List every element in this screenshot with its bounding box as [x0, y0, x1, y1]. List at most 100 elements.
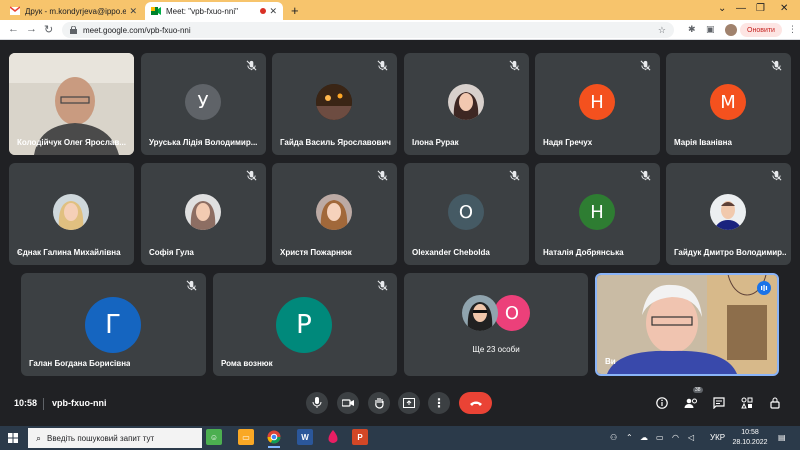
participant-name: Галан Богдана Борисівна: [29, 359, 131, 368]
chat-icon[interactable]: [711, 395, 727, 411]
participant-name: Уруська Лідія Володимир...: [149, 138, 258, 147]
more-participants-tile[interactable]: O Ще 23 особи: [404, 273, 588, 376]
participant-tile[interactable]: Христя Пожарнюк: [272, 163, 397, 265]
tab-meet[interactable]: Meet: "vpb-fxuo-nni" ✕: [145, 2, 283, 20]
avatar: [710, 194, 746, 230]
chrome-icon[interactable]: [266, 429, 282, 448]
taskbar-search-input[interactable]: ⌕ Введіть пошуковий запит тут: [28, 428, 202, 448]
forward-icon[interactable]: →: [26, 23, 37, 35]
camera-button[interactable]: [337, 392, 359, 414]
more-options-button[interactable]: ⋮: [428, 392, 450, 414]
restore-icon[interactable]: ❐: [756, 3, 765, 14]
participant-tile[interactable]: Р Рома вознюк: [213, 273, 397, 376]
participant-tile[interactable]: Єднак Галина Михайлівна: [9, 163, 134, 265]
participant-tile[interactable]: М Марія Іванівна: [666, 53, 791, 155]
reload-icon[interactable]: ↻: [44, 23, 53, 36]
taskbar-app-game-icon[interactable]: ☺: [206, 429, 222, 445]
raise-hand-button[interactable]: [368, 392, 390, 414]
participant-tile[interactable]: Н Надя Гречух: [535, 53, 660, 155]
avatar: [448, 84, 484, 120]
participant-tile[interactable]: Г Галан Богдана Борисівна: [21, 273, 206, 376]
back-icon[interactable]: ←: [8, 23, 19, 35]
people-icon[interactable]: [683, 395, 699, 411]
profile-photo: [462, 295, 498, 331]
paint-icon[interactable]: [325, 429, 341, 445]
camera-icon: [342, 399, 354, 407]
avatar: [316, 84, 352, 120]
participant-name: Гайда Василь Ярославович: [280, 138, 391, 147]
gmail-icon: [10, 6, 20, 15]
more-vert-icon: ⋮: [433, 396, 445, 410]
participant-tile[interactable]: Гайдук Дмитро Володимир...: [666, 163, 791, 265]
taskbar-clock[interactable]: 10:58 28.10.2022: [730, 428, 770, 448]
file-explorer-icon[interactable]: ▭: [238, 429, 254, 445]
minimize-icon[interactable]: —: [736, 3, 746, 14]
close-window-icon[interactable]: ✕: [780, 3, 788, 14]
present-screen-button[interactable]: [398, 392, 420, 414]
participant-name: Колодійчук Олег Ярослав...: [17, 138, 126, 147]
activities-icon[interactable]: [739, 395, 755, 411]
extensions-icon[interactable]: ✱: [688, 24, 696, 35]
meeting-code: vpb-fxuo-nni: [52, 398, 107, 408]
participant-tile[interactable]: Колодійчук Олег Ярослав...: [9, 53, 134, 155]
participant-tile[interactable]: O Olexander Chebolda: [404, 163, 529, 265]
meeting-controls-bar: 10:58 vpb-fxuo-nni ⋮ 38: [0, 385, 800, 425]
participant-name: Ілона Рурак: [412, 138, 459, 147]
update-button[interactable]: Оновити: [740, 23, 782, 37]
avatar: Г: [85, 297, 141, 353]
language-indicator[interactable]: УКР: [710, 433, 725, 442]
avatar[interactable]: [725, 24, 737, 36]
divider: [43, 398, 44, 410]
participant-name: Надя Гречух: [543, 138, 593, 147]
new-tab-icon[interactable]: +: [291, 3, 299, 18]
participant-tile[interactable]: Н Наталія Добрянська: [535, 163, 660, 265]
participant-name: Ви: [605, 357, 616, 366]
self-view-tile[interactable]: Ви: [595, 273, 779, 376]
mic-off-icon: [771, 60, 782, 71]
powerpoint-icon[interactable]: P: [352, 429, 368, 445]
hand-icon: [374, 398, 384, 409]
volume-icon[interactable]: ◁: [688, 433, 694, 442]
chevron-down-icon[interactable]: ⌄: [718, 3, 726, 14]
network-icon[interactable]: ◠: [672, 433, 679, 442]
info-icon[interactable]: [654, 395, 670, 411]
tab-title: Meet: "vpb-fxuo-nni": [166, 6, 238, 16]
mic-off-icon: [186, 280, 197, 291]
avatar: Р: [276, 297, 332, 353]
side-panel-icon[interactable]: ▣: [706, 24, 715, 35]
search-placeholder: Введіть пошуковий запит тут: [47, 433, 155, 443]
profile-photo: [316, 194, 352, 230]
profile-photo: [448, 84, 484, 120]
participant-tile[interactable]: Гайда Василь Ярославович: [272, 53, 397, 155]
avatar: [185, 194, 221, 230]
participant-tile[interactable]: Ілона Рурак: [404, 53, 529, 155]
tab-title: Друк - m.kondyrjeva@ippo.edu...: [25, 6, 127, 16]
mic-off-icon: [509, 60, 520, 71]
notifications-icon[interactable]: ▤: [778, 433, 786, 442]
leave-call-button[interactable]: [459, 392, 492, 414]
participant-name: Софія Гула: [149, 248, 194, 257]
bookmark-star-icon[interactable]: ☆: [658, 25, 666, 36]
more-menu-icon[interactable]: ⋮: [788, 24, 797, 35]
microphone-button[interactable]: [306, 392, 328, 414]
host-controls-icon[interactable]: [767, 395, 783, 411]
people-tray-icon[interactable]: ⚇: [610, 433, 617, 442]
chevron-up-icon[interactable]: ⌃: [626, 433, 633, 442]
windows-start-icon[interactable]: [8, 433, 18, 443]
battery-icon[interactable]: ▭: [656, 433, 664, 442]
participant-name: Рома вознюк: [221, 359, 273, 368]
mic-off-icon: [771, 170, 782, 181]
address-bar[interactable]: meet.google.com/vpb-fxuo-nni ☆: [62, 22, 674, 38]
close-icon[interactable]: ✕: [269, 6, 277, 17]
tab-gmail[interactable]: Друк - m.kondyrjeva@ippo.edu... ✕: [4, 2, 143, 20]
mic-off-icon: [509, 170, 520, 181]
browser-toolbar: ← → ↻ meet.google.com/vpb-fxuo-nni ☆ ✱ ▣…: [0, 20, 800, 40]
participant-tile[interactable]: У Уруська Лідія Володимир...: [141, 53, 266, 155]
mic-off-icon: [377, 280, 388, 291]
participant-count-badge: 38: [693, 387, 703, 393]
participant-tile[interactable]: Софія Гула: [141, 163, 266, 265]
close-icon[interactable]: ✕: [129, 6, 137, 17]
cloud-icon[interactable]: ☁: [640, 433, 648, 442]
word-icon[interactable]: W: [297, 429, 313, 445]
present-icon: [403, 398, 415, 408]
